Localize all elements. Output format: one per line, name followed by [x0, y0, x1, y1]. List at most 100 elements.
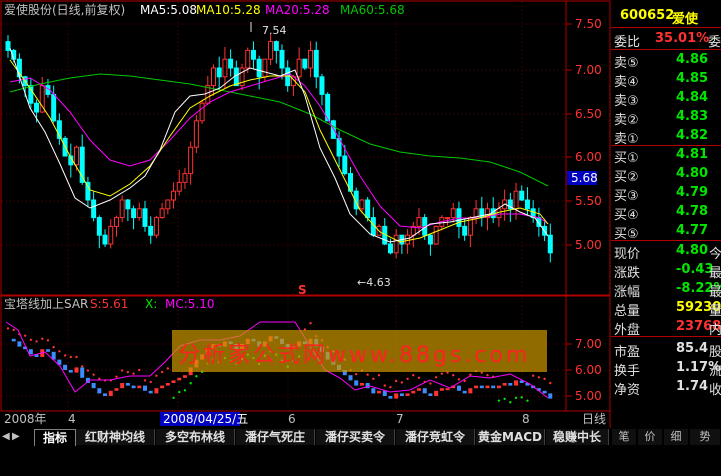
y-tick-label: 5.00: [575, 238, 602, 252]
sar-dot: [537, 376, 541, 379]
quote-row-right: 今: [709, 247, 721, 262]
tower-bar: [474, 385, 479, 389]
tower-bar: [160, 385, 165, 389]
candle-body: [211, 67, 216, 87]
quote-row-label: 买③: [614, 189, 639, 204]
tower-bar: [131, 385, 136, 389]
candle-body: [233, 67, 239, 87]
quote-row-value: 4.83: [676, 109, 709, 124]
y-tick-label: 7.50: [575, 17, 602, 31]
candle-body: [28, 85, 34, 104]
tab-qisizhuang[interactable]: 潘仔气死庄: [236, 429, 315, 445]
current-price-label: 5.68: [571, 171, 598, 185]
tower-bar: [514, 380, 519, 386]
y-tick-label: 6.00: [575, 363, 602, 377]
divider: [611, 49, 721, 50]
tower-bar: [491, 385, 496, 389]
sar-dot: [58, 350, 61, 353]
y-tick-marks: [566, 23, 572, 397]
candle-body: [199, 102, 205, 122]
candle-body: [216, 67, 222, 78]
candle-body: [228, 58, 234, 69]
tab-golden-macd[interactable]: 黄金MACD: [476, 429, 545, 445]
candle-body: [433, 225, 439, 245]
candle-body: [405, 234, 411, 245]
candle-body: [342, 155, 348, 175]
tab-indicator[interactable]: 指标: [34, 429, 76, 446]
indicator-mc-value: MC:5.10: [165, 297, 215, 311]
candle-body: [125, 199, 131, 210]
candle-body: [313, 49, 319, 78]
sar-dot: [377, 374, 381, 377]
sar-dot: [309, 322, 312, 325]
tab-jinghongling[interactable]: 潘仔竞虹令: [396, 429, 475, 445]
sar-dot: [143, 379, 147, 382]
right-tab-bi[interactable]: 笔: [612, 429, 636, 445]
quote-row-value: 23768: [676, 319, 721, 334]
quote-row-right: 股: [709, 345, 721, 360]
sar-dot: [389, 385, 392, 389]
tower-bar: [143, 385, 147, 391]
tower-bar: [17, 341, 22, 347]
ma5-label: MA5:5.08: [140, 3, 197, 17]
time-label-month: 4: [68, 412, 76, 426]
quote-row-value: 4.85: [676, 71, 709, 86]
tower-bar: [148, 390, 153, 394]
tower-bar: [171, 380, 176, 383]
candle-body: [285, 67, 291, 87]
candle-body: [113, 217, 119, 227]
divider: [611, 240, 721, 241]
right-tab-jia[interactable]: 价: [638, 429, 662, 445]
tab-maimailing[interactable]: 潘仔买卖令: [316, 429, 395, 445]
sar-dot: [520, 396, 523, 399]
quote-row-label: 卖④: [614, 75, 639, 90]
candle-body: [51, 93, 57, 122]
sar-dot: [440, 372, 444, 375]
candle-body: [74, 146, 79, 166]
tab-scroll-right-icon[interactable]: ▶: [12, 431, 20, 443]
tab-hongcaishen[interactable]: 红财神均线: [76, 429, 155, 445]
tab-duokong[interactable]: 多空布林线: [156, 429, 235, 445]
quote-row-value: 59230: [676, 300, 721, 315]
sar-dot: [497, 399, 501, 402]
sar-dot: [429, 382, 432, 385]
webi-value: 35.01%: [655, 31, 710, 46]
sar-dot: [41, 337, 44, 340]
quote-row-value: 1.17%: [676, 360, 721, 375]
sar-dot: [355, 372, 358, 376]
sar-dot: [503, 397, 506, 401]
tab-wenzhuan[interactable]: 稳赚中长: [546, 429, 609, 445]
tower-bar: [348, 375, 353, 381]
candle-body: [462, 225, 468, 236]
quote-row-label: 买④: [614, 208, 639, 223]
candle-body: [102, 234, 108, 245]
tower-bar: [359, 383, 364, 386]
tower-bar: [114, 388, 119, 391]
tower-bar: [508, 383, 513, 386]
right-tab-shi[interactable]: 势: [690, 429, 720, 445]
sar-dot: [514, 396, 518, 400]
sar-dot: [457, 378, 461, 381]
sar-dot: [75, 355, 78, 359]
candle-body: [193, 120, 199, 148]
candle-body: [245, 49, 251, 69]
tower-bar: [542, 390, 547, 394]
tower-bar: [434, 390, 439, 396]
tab-scroll-left-icon[interactable]: ◀: [2, 431, 10, 443]
right-tab-xi[interactable]: 细: [664, 429, 688, 445]
quote-row-value: 4.80: [676, 166, 709, 181]
candle-body: [182, 173, 188, 183]
stock-code: 600652: [620, 8, 675, 23]
time-label-year: 2008年: [4, 412, 47, 426]
tower-bar: [485, 385, 490, 389]
quote-row-value: 85.4: [676, 341, 709, 356]
tower-bar: [182, 375, 187, 378]
main-y-labels: 7.50 7.00 6.50 6.00 5.50 5.00: [575, 17, 602, 252]
sar-dot: [23, 334, 27, 337]
ma60-label: MA60:5.68: [340, 3, 405, 17]
indicator-x-value: X:: [145, 297, 157, 311]
tower-bar: [394, 393, 399, 399]
quote-row-label: 买②: [614, 170, 639, 185]
sar-dot: [120, 369, 124, 372]
candle-body: [302, 58, 308, 69]
